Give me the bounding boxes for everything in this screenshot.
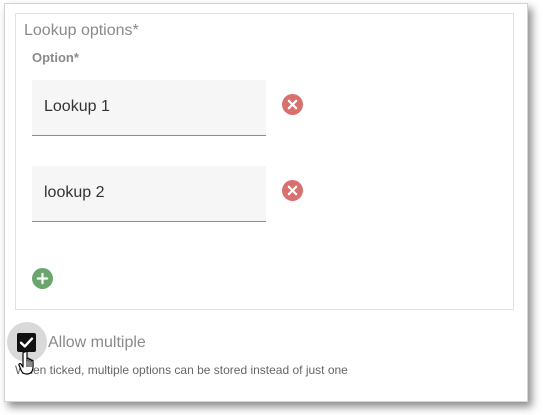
lookup-options-legend: Lookup options* <box>24 22 139 39</box>
option-input-2[interactable]: lookup 2 <box>32 166 266 222</box>
allow-multiple-label: Allow multiple <box>48 334 146 351</box>
option-label: Option* <box>32 50 79 65</box>
add-option-button[interactable] <box>32 268 53 289</box>
remove-circle-icon <box>282 94 303 115</box>
remove-option-1-button[interactable] <box>282 94 303 115</box>
remove-circle-icon <box>282 180 303 201</box>
option-input-1[interactable]: Lookup 1 <box>32 80 266 136</box>
remove-option-2-button[interactable] <box>282 180 303 201</box>
allow-multiple-helper-text: When ticked, multiple options can be sto… <box>15 363 348 377</box>
add-circle-icon <box>32 268 53 289</box>
lookup-options-fieldset <box>15 13 514 310</box>
hand-pointer-cursor-icon <box>18 350 40 376</box>
